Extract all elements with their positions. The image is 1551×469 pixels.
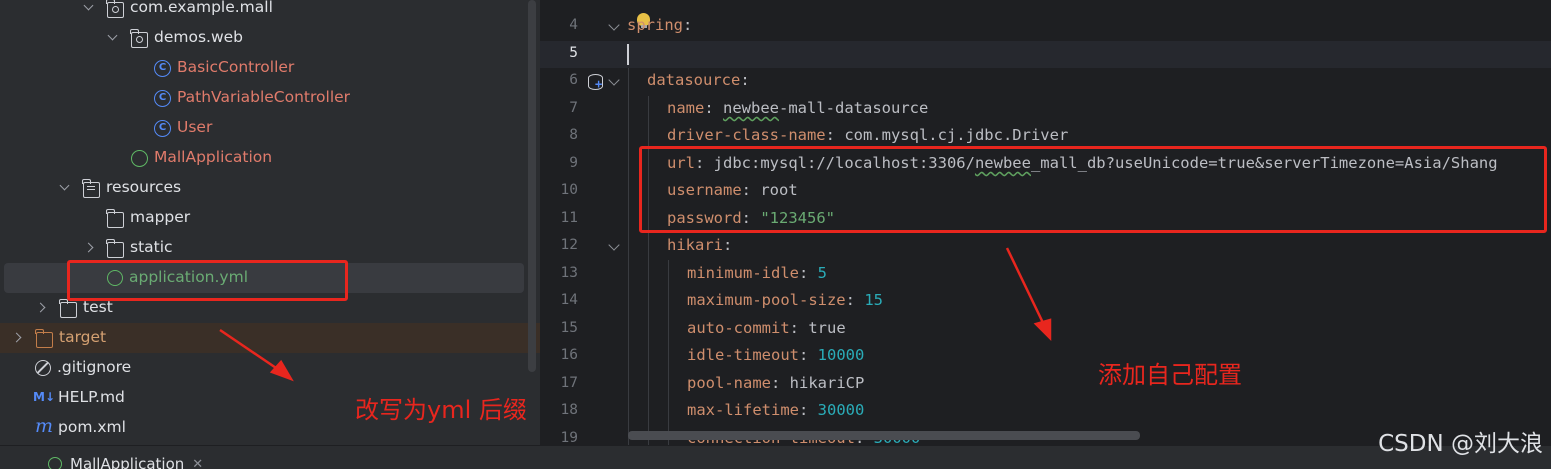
arrowhead <box>1033 318 1052 342</box>
spring-app-icon <box>48 457 62 469</box>
rename-note: 改写为yml 后缀 <box>355 396 527 424</box>
arrow-to-rename-note <box>219 328 283 374</box>
arrowhead <box>269 359 294 382</box>
run-tab-label: MallApplication <box>70 455 185 469</box>
annotation-arrows <box>219 247 1052 382</box>
watermark: CSDN @刘大浪 <box>1378 431 1543 457</box>
close-icon[interactable]: ✕ <box>192 457 203 469</box>
bottom-tool-bar <box>0 445 1551 469</box>
arrow-to-config-note <box>1005 247 1047 328</box>
config-note: 添加自己配置 <box>1098 361 1242 389</box>
run-tab[interactable]: MallApplication ✕ <box>48 455 203 469</box>
